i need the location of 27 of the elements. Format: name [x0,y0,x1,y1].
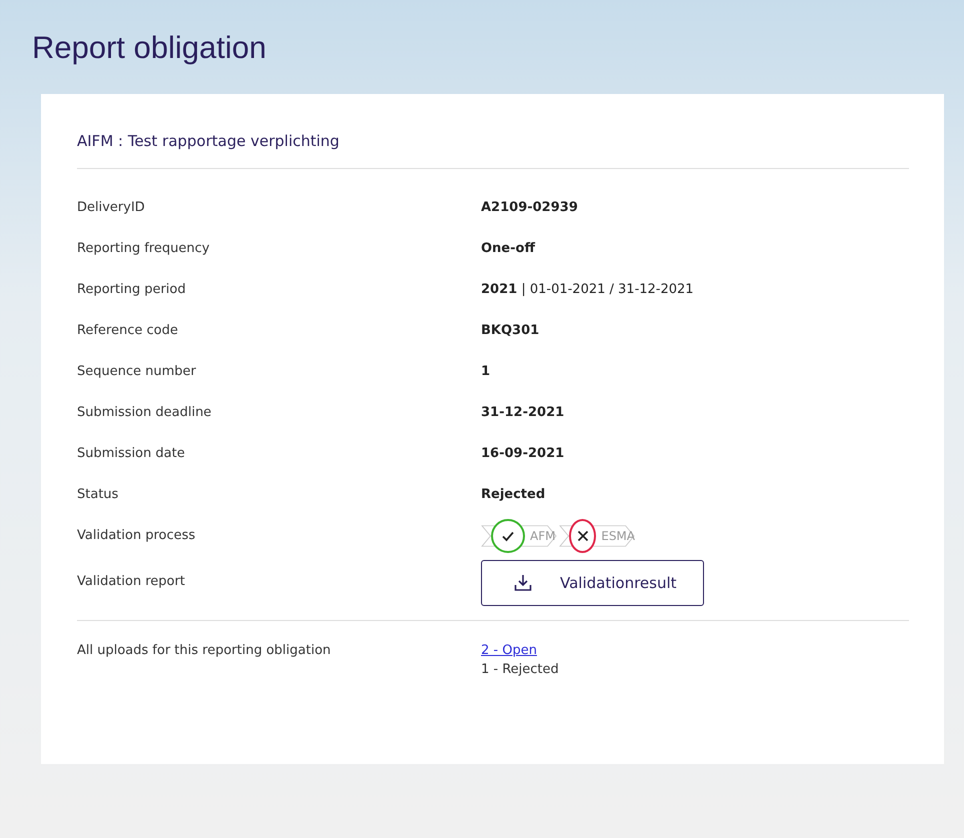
field-value: BKQ301 [481,323,540,338]
field-label: Submission date [77,446,186,461]
field-label: Validation process [77,528,196,543]
field-label: Reporting frequency [77,241,211,256]
field-label: All uploads for this reporting obligation [77,643,332,658]
field-value: 1 [481,364,490,379]
upload-entry: 1 - Rejected [481,662,559,677]
field-value: 2021 | 01-01-2021 / 31-12-2021 [481,282,694,297]
field-label: Status [77,487,120,502]
field-value: 31-12-2021 [481,405,564,420]
field-value: One-off [481,241,535,256]
upload-link[interactable]: 2 - Open [481,643,559,658]
step-label: AFM [530,528,556,542]
download-icon [514,574,532,592]
field-label: Reporting period [77,282,187,297]
field-value: A2109-02939 [481,200,578,215]
card-heading: AIFM : Test rapportage verplichting [77,132,340,150]
field-label: Reference code [77,323,179,338]
field-label: Validation report [77,574,186,588]
step-label: ESMA [601,528,635,542]
field-label: DeliveryID [77,200,146,215]
field-label: Submission deadline [77,405,212,420]
field-label: Sequence number [77,364,197,379]
field-value: 16-09-2021 [481,446,564,461]
download-button[interactable]: Validationresult [481,560,704,606]
field-value: Rejected [481,487,546,502]
page-title: Report obligation [32,30,268,66]
